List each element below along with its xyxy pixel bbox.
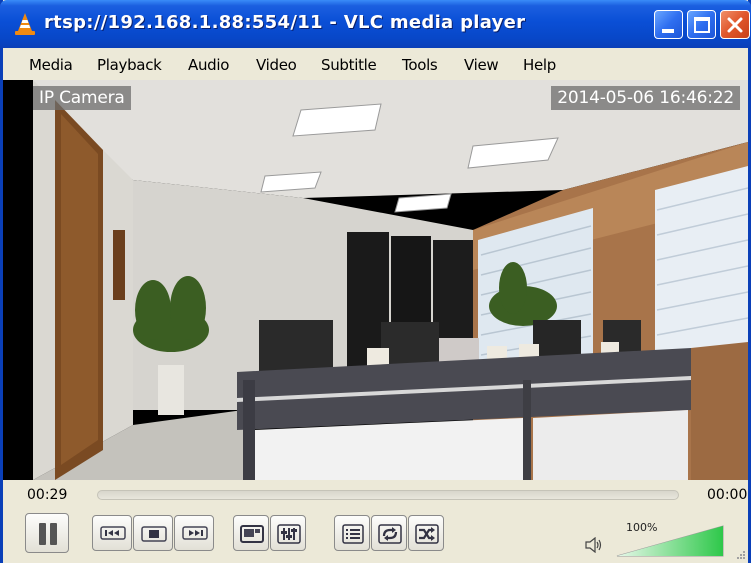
pause-icon: [39, 523, 57, 545]
vlc-window: rtsp://192.168.1.88:554/11 - VLC media p…: [0, 0, 751, 563]
vlc-cone-icon: [15, 13, 35, 35]
menu-subtitle[interactable]: Subtitle: [321, 56, 377, 74]
pause-button[interactable]: [25, 513, 69, 553]
menu-video[interactable]: Video: [256, 56, 297, 74]
minimize-icon: [662, 29, 674, 33]
camera-feed-image: [3, 80, 748, 480]
video-output[interactable]: IP Camera 2014-05-06 16:46:22: [3, 80, 748, 480]
elapsed-time: 00:29: [27, 487, 68, 503]
fullscreen-button[interactable]: [233, 515, 269, 551]
menu-view[interactable]: View: [464, 56, 499, 74]
playlist-icon: [342, 524, 364, 544]
playback-controls: 100%: [3, 508, 748, 563]
seek-row: 00:29 00:00: [3, 480, 748, 508]
resize-grip-icon[interactable]: [736, 550, 746, 560]
shuffle-button[interactable]: [408, 515, 444, 551]
osd-camera-name: IP Camera: [33, 86, 131, 110]
playlist-button[interactable]: [334, 515, 370, 551]
seek-slider[interactable]: [97, 490, 679, 500]
menu-playback[interactable]: Playback: [97, 56, 162, 74]
menu-help[interactable]: Help: [523, 56, 556, 74]
loop-button[interactable]: [371, 515, 407, 551]
extended-settings-icon: [277, 524, 301, 544]
menu-audio[interactable]: Audio: [188, 56, 229, 74]
previous-button[interactable]: [92, 515, 132, 551]
maximize-button[interactable]: [687, 10, 716, 39]
title-bar[interactable]: rtsp://192.168.1.88:554/11 - VLC media p…: [0, 0, 751, 48]
shuffle-icon: [415, 524, 439, 544]
speaker-icon[interactable]: [585, 537, 603, 553]
stop-button[interactable]: [133, 515, 173, 551]
menu-bar: Media Playback Audio Video Subtitle Tool…: [3, 48, 748, 78]
osd-timestamp: 2014-05-06 16:46:22: [551, 86, 740, 110]
loop-icon: [378, 524, 402, 544]
next-button[interactable]: [174, 515, 214, 551]
close-icon: [727, 17, 743, 33]
volume-slider[interactable]: [615, 524, 733, 558]
menu-media[interactable]: Media: [29, 56, 73, 74]
close-button[interactable]: [720, 10, 750, 39]
window-title: rtsp://192.168.1.88:554/11 - VLC media p…: [44, 12, 526, 33]
fullscreen-icon: [240, 525, 264, 543]
next-icon: [182, 526, 208, 540]
menu-tools[interactable]: Tools: [402, 56, 438, 74]
minimize-button[interactable]: [654, 10, 683, 39]
stop-icon: [141, 526, 167, 542]
maximize-icon: [694, 17, 710, 33]
previous-icon: [100, 526, 126, 540]
total-time: 00:00: [707, 487, 748, 503]
extended-settings-button[interactable]: [270, 515, 306, 551]
